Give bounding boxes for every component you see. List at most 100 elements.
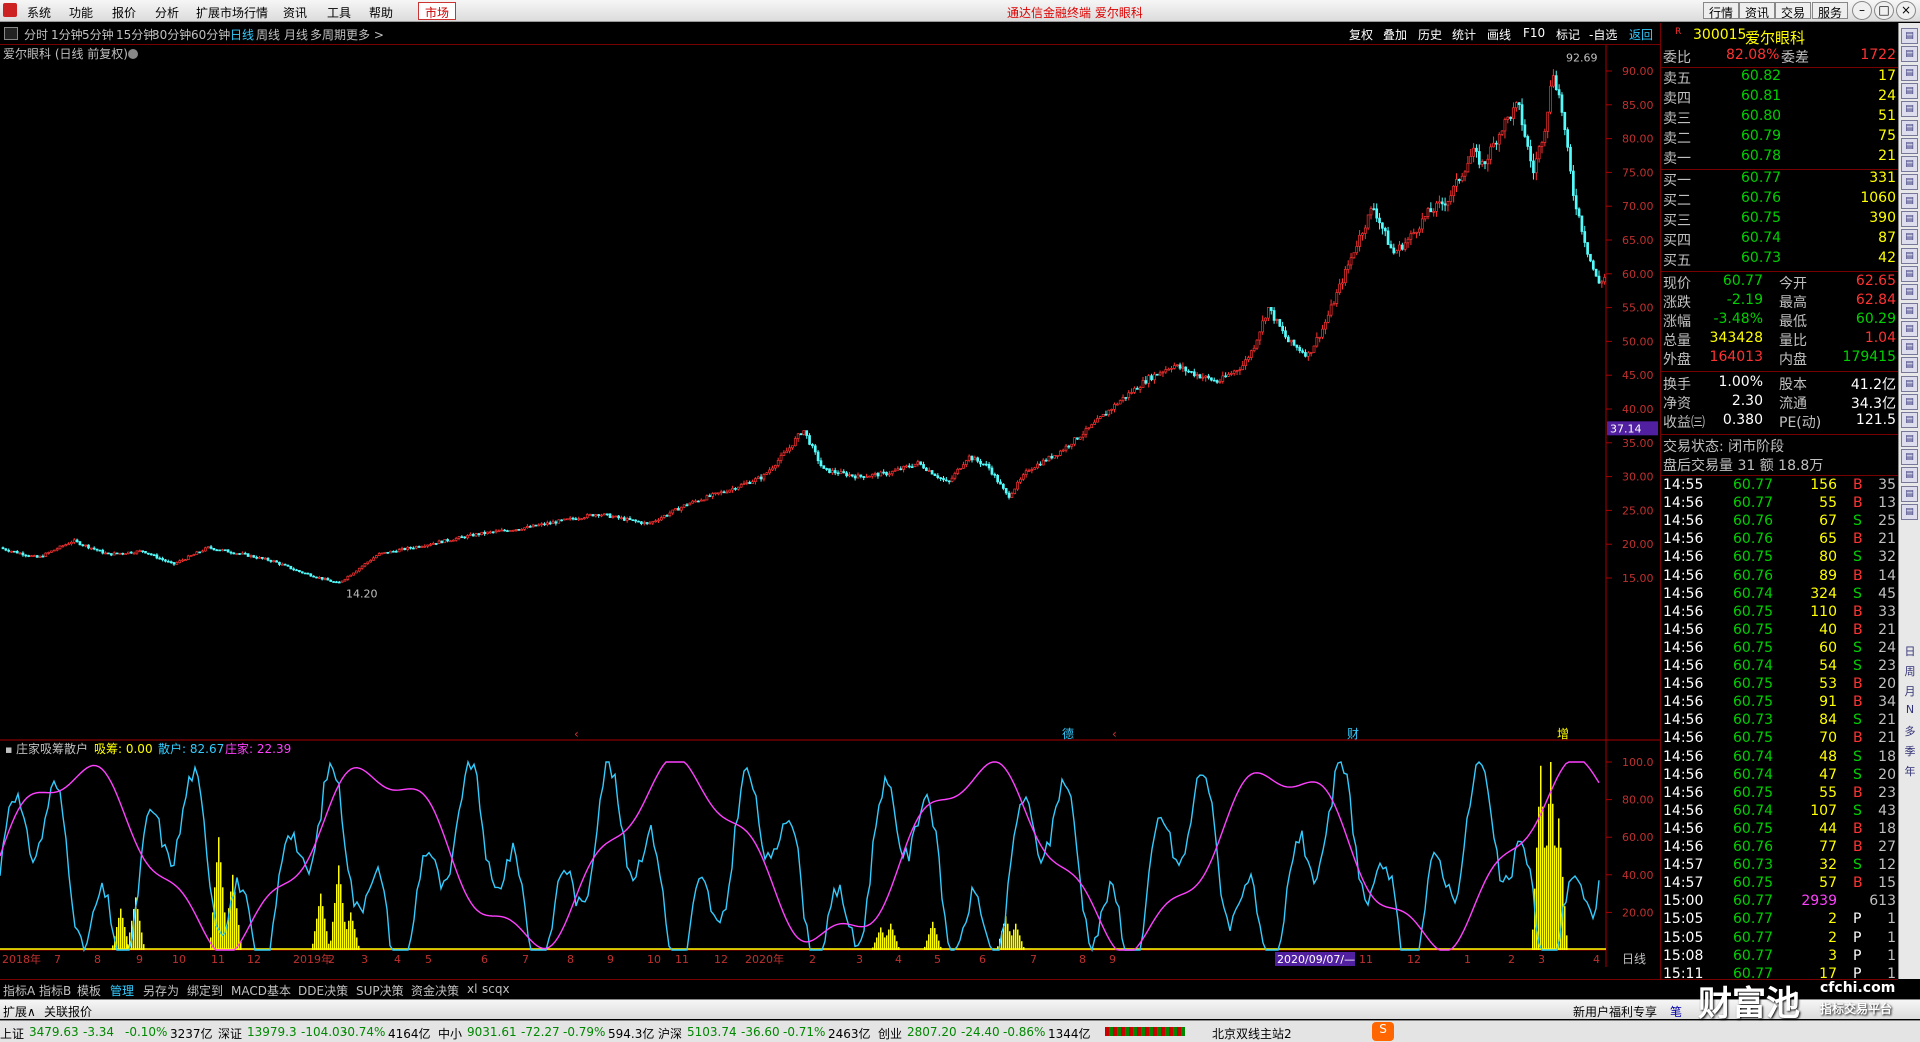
tool-icon[interactable]: ▤ bbox=[1901, 339, 1918, 356]
rank-icon[interactable]: R bbox=[1675, 27, 1681, 37]
restore-icon[interactable]: □ bbox=[1874, 1, 1894, 20]
period-1[interactable]: 1分钟 bbox=[51, 26, 83, 43]
tool-icon[interactable]: ▤ bbox=[1901, 247, 1918, 264]
input-method-icon[interactable]: S bbox=[1372, 1022, 1394, 1041]
tool-icon[interactable]: ▤ bbox=[1901, 82, 1918, 99]
tool-icon[interactable]: ▤ bbox=[1901, 101, 1918, 118]
period-10[interactable]: 更多 > bbox=[346, 26, 384, 43]
side-period-3[interactable]: N bbox=[1902, 703, 1918, 716]
news-tab-button[interactable]: 资讯 bbox=[1739, 2, 1776, 20]
promo-link[interactable]: 新用户福利专享 bbox=[1573, 1003, 1657, 1020]
period-7[interactable]: 周线 bbox=[256, 26, 280, 43]
expand-button[interactable]: 扩展∧ bbox=[3, 1003, 36, 1020]
menu-news[interactable]: 资讯 bbox=[283, 4, 307, 21]
tool-icon[interactable]: ▤ bbox=[1901, 430, 1918, 447]
side-period-6[interactable]: 年 bbox=[1902, 763, 1918, 779]
related-quote-button[interactable]: 关联报价 bbox=[44, 1003, 92, 1020]
tool-icon[interactable]: ▤ bbox=[1901, 467, 1918, 484]
indicator-icon[interactable]: ▪ bbox=[5, 743, 12, 756]
period-6[interactable]: 日线 bbox=[230, 26, 254, 43]
indicator-tab[interactable]: xl bbox=[467, 982, 477, 996]
indicator-tab[interactable]: DDE决策 bbox=[298, 982, 348, 999]
indicator-tab[interactable]: MACD基本 bbox=[231, 982, 291, 999]
tool-icon[interactable]: ▤ bbox=[1901, 229, 1918, 246]
tool-icon[interactable]: ▤ bbox=[1901, 137, 1918, 154]
service-tab-button[interactable]: 服务 bbox=[1812, 2, 1849, 20]
period-3[interactable]: 15分钟 bbox=[116, 26, 155, 43]
tool-icon[interactable]: ▤ bbox=[1901, 357, 1918, 374]
side-period-1[interactable]: 周 bbox=[1902, 663, 1918, 679]
minimize-icon[interactable]: – bbox=[1852, 1, 1872, 20]
tool-icon[interactable]: ▤ bbox=[1901, 375, 1918, 392]
tool-icon[interactable]: ▤ bbox=[1901, 320, 1918, 337]
side-period-4[interactable]: 多 bbox=[1902, 723, 1918, 739]
side-period-0[interactable]: 日 bbox=[1902, 643, 1918, 659]
overlay-button[interactable]: 叠加 bbox=[1383, 26, 1407, 43]
indicator-tab[interactable]: 模板 bbox=[77, 982, 101, 999]
tool-icon[interactable]: ▤ bbox=[1901, 211, 1918, 227]
watchlist-button[interactable]: -自选 bbox=[1589, 26, 1617, 43]
tool-icon[interactable]: ▤ bbox=[1901, 412, 1918, 429]
history-button[interactable]: 历史 bbox=[1418, 26, 1442, 43]
restore-rights-button[interactable]: 复权 bbox=[1349, 26, 1373, 43]
tool-icon[interactable]: ▤ bbox=[1901, 156, 1918, 173]
tool-icon[interactable]: ▤ bbox=[1901, 302, 1918, 319]
toggle-panel-icon[interactable] bbox=[4, 27, 18, 40]
indicator-tab[interactable]: 指标A bbox=[3, 982, 35, 999]
tool-icon[interactable]: ▤ bbox=[1901, 485, 1918, 502]
index-name[interactable]: 沪深 bbox=[658, 1025, 682, 1042]
side-period-2[interactable]: 月 bbox=[1902, 683, 1918, 699]
server-name[interactable]: 北京双线主站2 bbox=[1212, 1025, 1292, 1042]
menu-system[interactable]: 系统 bbox=[27, 4, 51, 21]
pen-button[interactable]: 笔 bbox=[1670, 1003, 1682, 1020]
tool-icon[interactable]: ▤ bbox=[1901, 119, 1918, 136]
menu-help[interactable]: 帮助 bbox=[369, 4, 393, 21]
event-marker[interactable]: 增 bbox=[1557, 727, 1569, 741]
menu-tools[interactable]: 工具 bbox=[327, 4, 351, 21]
stats-button[interactable]: 统计 bbox=[1452, 26, 1476, 43]
tool-icon[interactable]: ▤ bbox=[1901, 503, 1918, 520]
menu-quote[interactable]: 报价 bbox=[112, 4, 136, 21]
menu-function[interactable]: 功能 bbox=[69, 4, 93, 21]
indicator-tab[interactable]: SUP决策 bbox=[356, 982, 404, 999]
tool-icon[interactable]: ▤ bbox=[1901, 192, 1918, 209]
indicator-tab[interactable]: 另存为 bbox=[143, 982, 179, 999]
menu-analysis[interactable]: 分析 bbox=[155, 4, 179, 21]
period-5[interactable]: 60分钟 bbox=[191, 26, 230, 43]
event-marker[interactable]: ‹ bbox=[574, 727, 579, 741]
period-4[interactable]: 30分钟 bbox=[152, 26, 191, 43]
app-icon[interactable] bbox=[3, 3, 17, 17]
event-marker[interactable]: 德 bbox=[1062, 726, 1074, 741]
tool-icon[interactable]: ▤ bbox=[1901, 265, 1918, 282]
event-marker[interactable]: 财 bbox=[1347, 727, 1359, 741]
draw-button[interactable]: 画线 bbox=[1487, 26, 1511, 43]
period-8[interactable]: 月线 bbox=[284, 26, 308, 43]
chart-settings-icon[interactable] bbox=[128, 49, 138, 59]
menu-ext-market[interactable]: 扩展市场行情 bbox=[196, 4, 268, 21]
quote-tab-button[interactable]: 行情 bbox=[1703, 2, 1740, 20]
indicator-tab[interactable]: 指标B bbox=[39, 982, 71, 999]
period-2[interactable]: 5分钟 bbox=[82, 26, 114, 43]
tool-icon[interactable]: ▤ bbox=[1901, 28, 1918, 44]
index-name[interactable]: 中小 bbox=[438, 1025, 462, 1042]
index-name[interactable]: 上证 bbox=[0, 1025, 24, 1042]
mark-button[interactable]: 标记 bbox=[1556, 26, 1580, 43]
tool-icon[interactable]: ▤ bbox=[1901, 448, 1918, 465]
event-marker[interactable]: ‹ bbox=[1112, 727, 1117, 741]
market-button[interactable]: 市场 bbox=[418, 2, 457, 20]
tool-icon[interactable]: ▤ bbox=[1901, 394, 1918, 410]
close-icon[interactable]: × bbox=[1896, 1, 1916, 20]
trade-tab-button[interactable]: 交易 bbox=[1775, 2, 1812, 20]
side-period-5[interactable]: 季 bbox=[1902, 743, 1918, 759]
index-name[interactable]: 创业 bbox=[878, 1025, 902, 1042]
f10-button[interactable]: F10 bbox=[1523, 26, 1545, 40]
tool-icon[interactable]: ▤ bbox=[1901, 64, 1918, 81]
indicator-tab[interactable]: 资金决策 bbox=[411, 982, 459, 999]
back-button[interactable]: 返回 bbox=[1629, 26, 1653, 43]
tool-icon[interactable]: ▤ bbox=[1901, 46, 1918, 63]
indicator-tab[interactable]: 管理 bbox=[110, 982, 134, 999]
kline-chart[interactable]: 爱尔眼科 (日线 前复权)90.0085.0080.0075.0070.0065… bbox=[0, 45, 1660, 971]
tool-icon[interactable]: ▤ bbox=[1901, 174, 1918, 191]
indicator-tab[interactable]: 绑定到 bbox=[187, 982, 223, 999]
period-9[interactable]: 多周期 bbox=[310, 26, 346, 43]
